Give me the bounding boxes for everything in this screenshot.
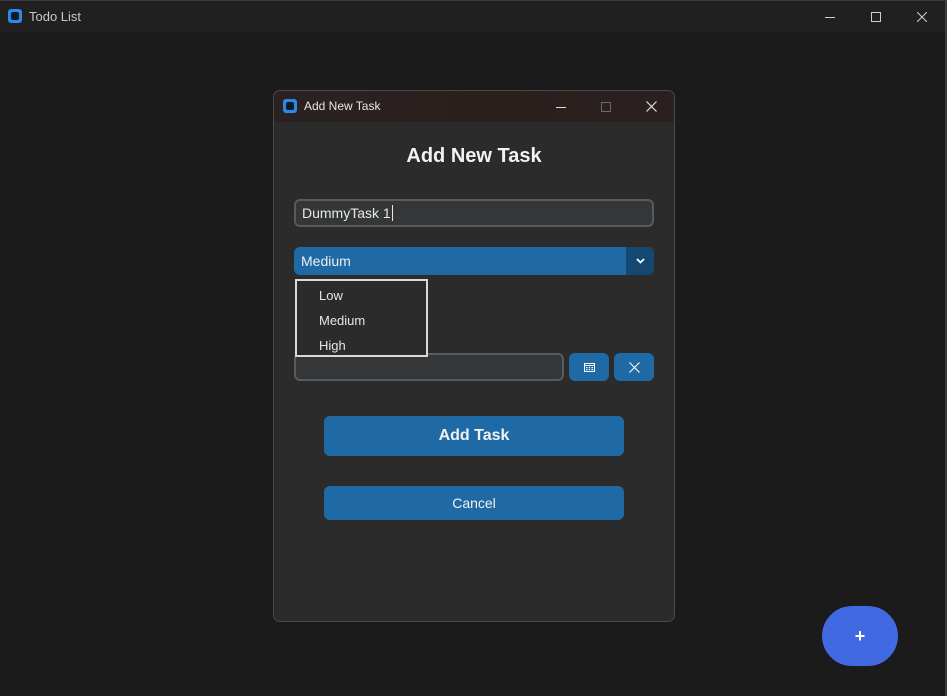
add-task-fab[interactable]: + — [822, 606, 898, 666]
calendar-icon — [583, 363, 595, 372]
close-icon — [645, 101, 657, 112]
close-icon — [628, 361, 640, 373]
priority-selected-value: Medium — [301, 253, 351, 269]
minimize-button[interactable] — [807, 1, 853, 33]
text-caret — [391, 205, 393, 221]
clear-date-button[interactable] — [614, 353, 654, 381]
priority-option-low[interactable]: Low — [319, 288, 343, 303]
dialog-close-button[interactable] — [628, 91, 674, 122]
dialog-maximize-button[interactable] — [583, 91, 629, 122]
priority-select[interactable]: Medium — [294, 247, 654, 275]
dialog-heading: Add New Task — [406, 145, 542, 167]
minimize-icon — [825, 17, 835, 18]
calendar-button[interactable] — [569, 353, 609, 381]
dialog-minimize-button[interactable] — [538, 91, 584, 122]
priority-option-medium[interactable]: Medium — [319, 313, 365, 328]
close-icon — [917, 12, 927, 22]
task-name-input[interactable]: DummyTask 1 — [294, 199, 654, 227]
maximize-icon — [601, 101, 611, 112]
minimize-icon — [556, 106, 566, 108]
close-button[interactable] — [899, 1, 945, 33]
add-task-dialog: Add New Task Add New Task DummyTask 1 Me… — [273, 90, 675, 622]
dialog-app-icon — [283, 99, 297, 113]
task-name-value: DummyTask 1 — [302, 205, 391, 221]
cancel-button[interactable]: Cancel — [324, 486, 624, 520]
priority-dropdown-button[interactable] — [626, 247, 654, 275]
priority-dropdown-menu: Low Medium High — [295, 279, 428, 357]
dialog-window-title: Add New Task — [304, 99, 381, 113]
dialog-titlebar[interactable]: Add New Task — [274, 91, 674, 122]
priority-option-high[interactable]: High — [319, 338, 346, 353]
add-task-button[interactable]: Add Task — [324, 416, 624, 456]
due-date-input[interactable] — [294, 353, 564, 381]
main-window-title: Todo List — [29, 9, 82, 24]
maximize-icon — [871, 12, 881, 22]
app-icon — [8, 9, 22, 23]
main-window-titlebar[interactable]: Todo List — [0, 0, 947, 32]
chevron-down-icon — [635, 258, 645, 264]
maximize-button[interactable] — [853, 1, 899, 33]
